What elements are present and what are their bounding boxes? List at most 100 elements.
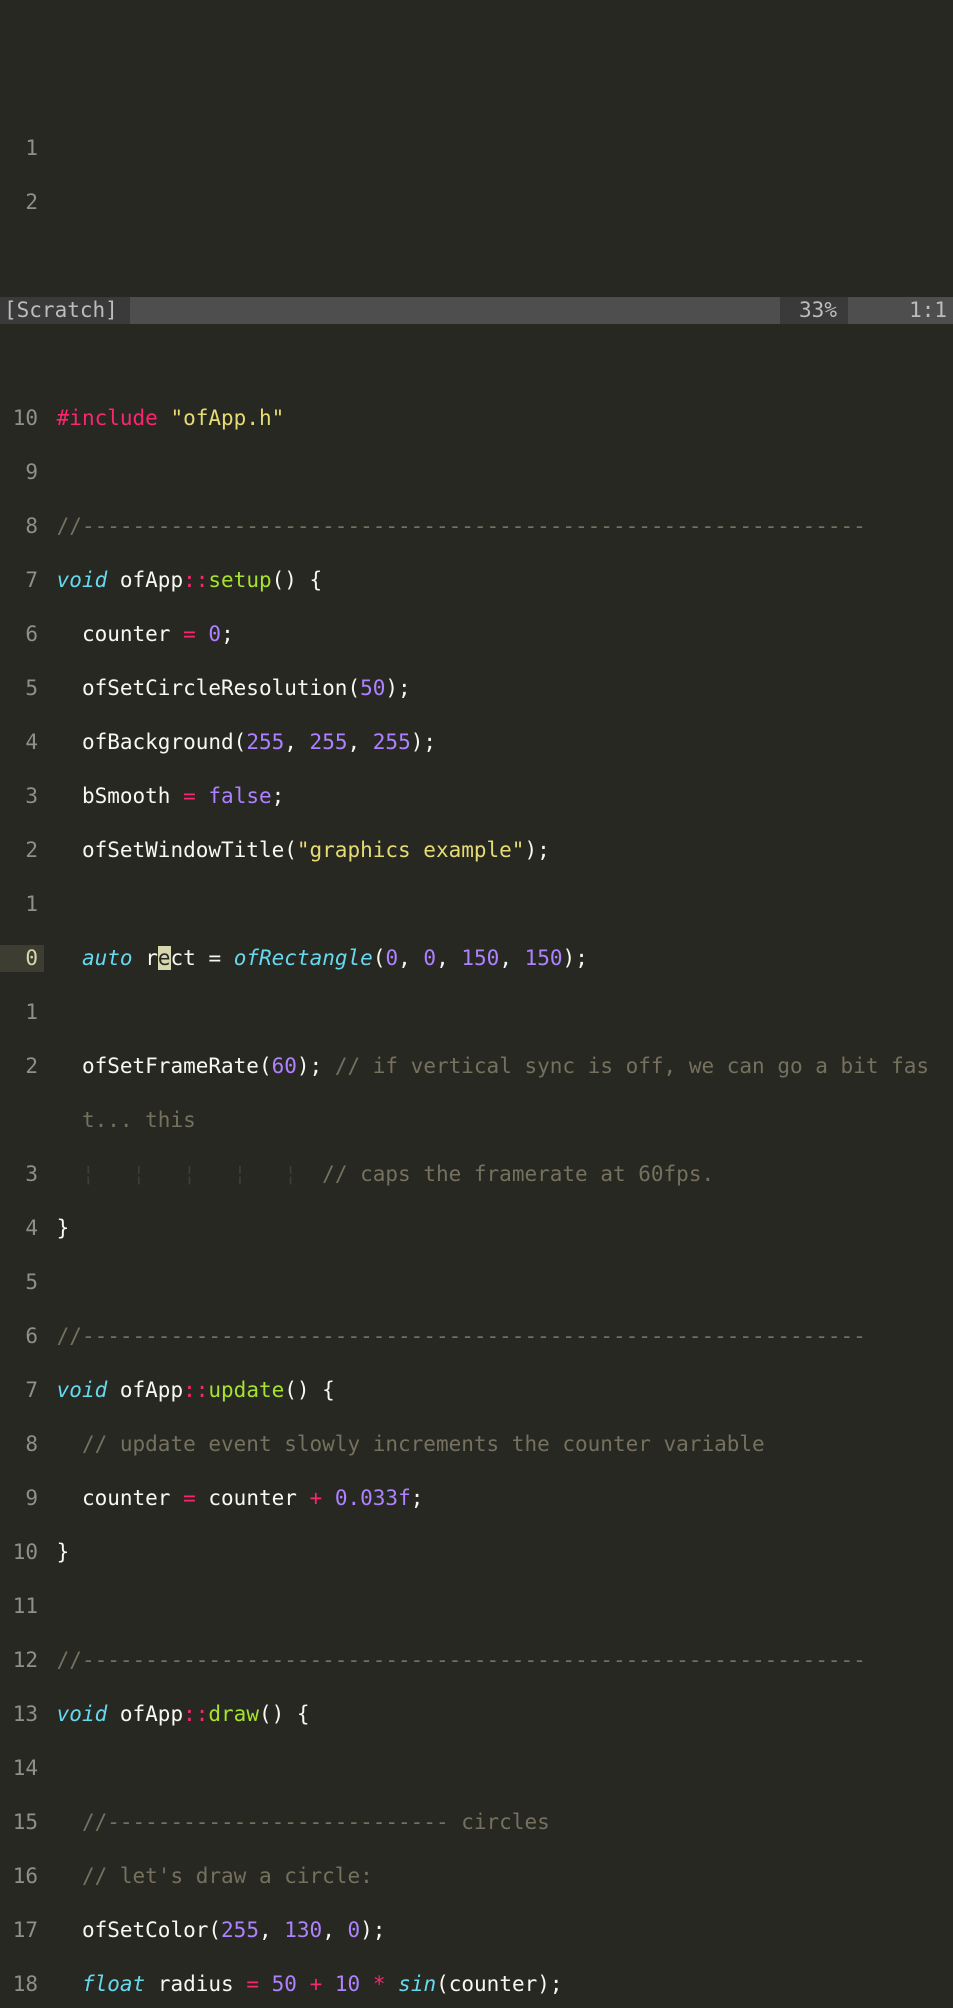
token-string: "ofApp.h" (158, 406, 284, 430)
token: , (499, 946, 524, 970)
scratch-status-bar: [Scratch] 33% 1:1 (0, 297, 953, 324)
token: ofApp (107, 1702, 183, 1726)
code-line[interactable]: 10 #include "ofApp.h" (0, 405, 953, 432)
gutter-number: 17 (0, 1917, 44, 1944)
gutter-number: 2 (0, 837, 44, 864)
gutter-number: 3 (0, 1161, 44, 1188)
code-line[interactable]: 9 (0, 459, 953, 486)
token: ); (360, 1918, 385, 1942)
token-number: 150 (525, 946, 563, 970)
token-operator: = (183, 784, 196, 808)
code-line[interactable]: 16 // let's draw a circle: (0, 1863, 953, 1890)
gutter-number: 13 (0, 1701, 44, 1728)
token: ; (272, 784, 285, 808)
gutter-number: 8 (0, 513, 44, 540)
gutter-number: 3 (0, 783, 44, 810)
token: ); (563, 946, 588, 970)
token-number: 50 (272, 1972, 297, 1996)
scratch-line[interactable]: 2 (0, 189, 953, 216)
token: ofBackground( (57, 730, 247, 754)
code-line[interactable]: 4 } (0, 1215, 953, 1242)
token: () { (259, 1702, 310, 1726)
token: counter (57, 1486, 183, 1510)
token: ); (297, 1054, 335, 1078)
token-number: 50 (360, 676, 385, 700)
token-number: 10 (335, 1972, 360, 1996)
gutter-number: 1 (0, 891, 44, 918)
token-function: sin (398, 1972, 436, 1996)
token: counter (196, 1486, 310, 1510)
code-line[interactable]: 2 ofSetWindowTitle("graphics example"); (0, 837, 953, 864)
code-line[interactable]: 1 (0, 999, 953, 1026)
token: ); (385, 676, 410, 700)
gutter-number: 6 (0, 1323, 44, 1350)
token-comment: //--------------------------------------… (57, 1324, 866, 1348)
token: , (347, 730, 372, 754)
token-operator: = (183, 1486, 196, 1510)
code-line[interactable]: 10 } (0, 1539, 953, 1566)
code-line[interactable]: 9 counter = counter + 0.033f; (0, 1485, 953, 1512)
code-line[interactable]: 4 ofBackground(255, 255, 255); (0, 729, 953, 756)
token-number: 0 (385, 946, 398, 970)
code-line[interactable]: 7 void ofApp::update() { (0, 1377, 953, 1404)
token (57, 946, 82, 970)
code-line[interactable]: 3 ¦ ¦ ¦ ¦ ¦ // caps the framerate at 60f… (0, 1161, 953, 1188)
gutter-number: 10 (0, 1539, 44, 1566)
code-line[interactable]: 1 (0, 891, 953, 918)
token-operator: + (310, 1486, 323, 1510)
gutter-number: 2 (0, 189, 44, 216)
code-line[interactable]: 17 ofSetColor(255, 130, 0); (0, 1917, 953, 1944)
code-line[interactable]: 6 //------------------------------------… (0, 1323, 953, 1350)
gutter-number: 2 (0, 1053, 44, 1080)
code-line[interactable]: 15 //--------------------------- circles (0, 1809, 953, 1836)
token-number: 60 (272, 1054, 297, 1078)
token-number: 255 (221, 1918, 259, 1942)
code-line[interactable]: 18 float radius = 50 + 10 * sin(counter)… (0, 1971, 953, 1998)
code-line[interactable]: 5 (0, 1269, 953, 1296)
code-line[interactable]: 13 void ofApp::draw() { (0, 1701, 953, 1728)
token: ( (373, 946, 386, 970)
status-fill (130, 297, 780, 324)
token (322, 1972, 335, 1996)
code-line[interactable]: 14 (0, 1755, 953, 1782)
token: radius (145, 1972, 246, 1996)
token-number: 0 (348, 1918, 361, 1942)
code-line[interactable]: 2 ofSetFrameRate(60); // if vertical syn… (0, 1053, 953, 1080)
token: ); (411, 730, 436, 754)
code-line[interactable]: 8 //------------------------------------… (0, 513, 953, 540)
token (386, 1972, 399, 1996)
token-operator: + (310, 1972, 323, 1996)
token: (counter); (436, 1972, 562, 1996)
code-line[interactable]: 3 bSmooth = false; (0, 783, 953, 810)
token-string: "graphics example" (297, 838, 525, 862)
token-comment: t... this (57, 1108, 196, 1132)
token: , (322, 1918, 347, 1942)
code-line[interactable]: 5 ofSetCircleResolution(50); (0, 675, 953, 702)
code-line[interactable]: 0 auto rect = ofRectangle(0, 0, 150, 150… (0, 945, 953, 972)
gutter-number: 7 (0, 1377, 44, 1404)
buffer-name: [Scratch] (0, 297, 122, 324)
token: () { (284, 1378, 335, 1402)
token-number: 255 (246, 730, 284, 754)
code-line[interactable]: 8 // update event slowly increments the … (0, 1431, 953, 1458)
token-comment: // if vertical sync is off, we can go a … (335, 1054, 929, 1078)
token: ofSetFrameRate( (57, 1054, 272, 1078)
gutter-number: 8 (0, 1431, 44, 1458)
scroll-percent: 33% (788, 297, 848, 324)
gutter-number: 5 (0, 1269, 44, 1296)
token (259, 1972, 272, 1996)
token: , (284, 730, 309, 754)
gutter-number: 11 (0, 1593, 44, 1620)
code-line[interactable]: 6 counter = 0; (0, 621, 953, 648)
cursor: e (158, 946, 171, 970)
code-line[interactable]: 12 //-----------------------------------… (0, 1647, 953, 1674)
code-line[interactable]: 7 void ofApp::setup() { (0, 567, 953, 594)
token (133, 946, 146, 970)
token-type: auto (82, 946, 133, 970)
token (196, 622, 209, 646)
gutter-number: 4 (0, 729, 44, 756)
code-line-wrap[interactable]: t... this (0, 1107, 953, 1134)
scratch-line[interactable]: 1 (0, 135, 953, 162)
gutter-number: 18 (0, 1971, 44, 1998)
code-line[interactable]: 11 (0, 1593, 953, 1620)
